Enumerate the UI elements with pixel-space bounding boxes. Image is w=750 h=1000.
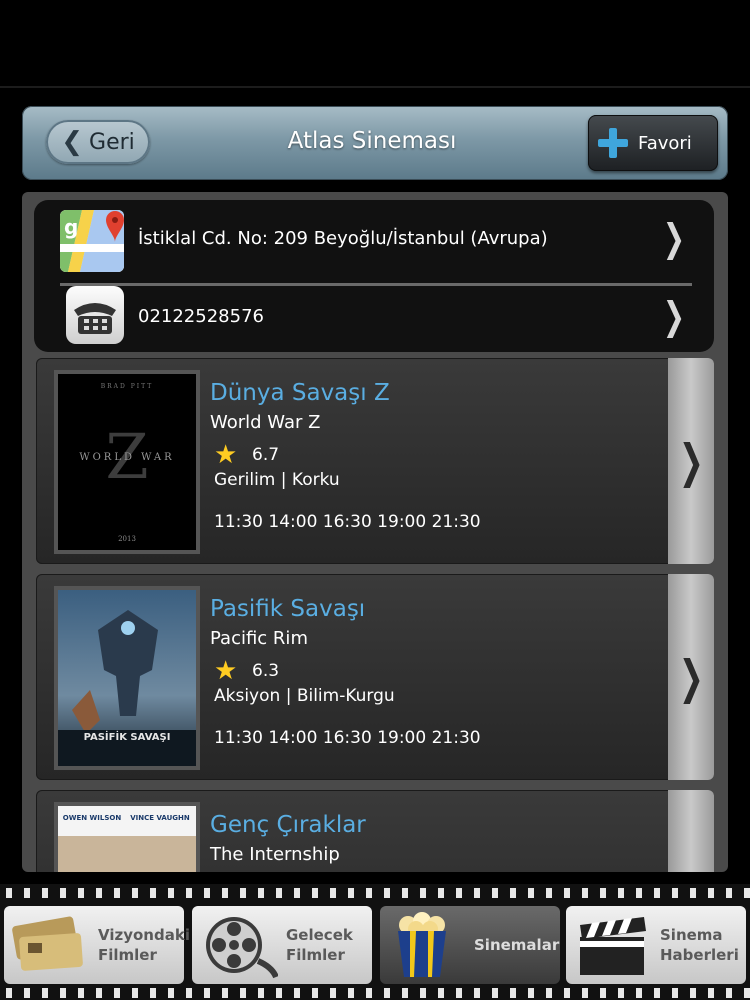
nav-header: ❮ Geri Atlas Sineması Favori bbox=[22, 106, 728, 180]
tab-cinemas[interactable]: Sinemalar bbox=[380, 906, 560, 984]
address-text: İstiklal Cd. No: 209 Beyoğlu/İstanbul (A… bbox=[138, 228, 548, 249]
status-bar-divider bbox=[0, 86, 750, 88]
movie-title: Dünya Savaşı Z bbox=[210, 380, 390, 406]
movie-original-title: Pacific Rim bbox=[210, 628, 308, 649]
poster-right-text: VINCE VAUGHN bbox=[130, 814, 190, 822]
address-row[interactable]: g İstiklal Cd. No: 209 Beyoğlu/İstanbul … bbox=[34, 200, 714, 276]
phone-row[interactable]: 02122528576 ❯ bbox=[34, 278, 714, 354]
cinema-content: g İstiklal Cd. No: 209 Beyoğlu/İstanbul … bbox=[22, 192, 728, 872]
chevron-left-icon: ❮ bbox=[61, 127, 84, 157]
movie-genre: Aksiyon | Bilim-Kurgu bbox=[214, 686, 395, 706]
tab-label-line1: Sinema bbox=[660, 926, 723, 944]
tab-coming-soon[interactable]: Gelecek Filmler bbox=[192, 906, 372, 984]
tab-label-line2: Filmler bbox=[286, 946, 345, 964]
movie-poster: PASİFİK SAVAŞI bbox=[54, 586, 200, 770]
bottom-tab-bar: Vizyondaki Filmler Gelecek Filmler Sinem… bbox=[0, 884, 750, 1000]
poster-year: 2013 bbox=[118, 535, 136, 543]
favorite-button[interactable]: Favori bbox=[588, 115, 718, 171]
movie-showtimes: 11:30 14:00 16:30 19:00 21:30 bbox=[214, 728, 481, 748]
phone-icon bbox=[66, 286, 124, 344]
back-button[interactable]: ❮ Geri bbox=[46, 120, 150, 164]
star-icon: ★ bbox=[214, 440, 238, 470]
movie-detail-button[interactable]: ❯ bbox=[668, 574, 714, 780]
clapperboard-icon bbox=[572, 911, 652, 979]
chevron-right-icon: ❯ bbox=[662, 294, 686, 338]
back-button-label: Geri bbox=[89, 129, 135, 155]
movie-poster: BRAD PITT Z WORLD WAR 2013 bbox=[54, 370, 200, 554]
favorite-button-label: Favori bbox=[638, 132, 692, 154]
poster-main-text: PASİFİK SAVAŞI bbox=[84, 729, 171, 743]
chevron-right-icon: ❯ bbox=[662, 216, 686, 260]
film-strip-bottom bbox=[0, 988, 750, 998]
plus-icon bbox=[598, 128, 628, 158]
tab-label-line2: Haberleri bbox=[660, 946, 739, 964]
cinema-info-box: g İstiklal Cd. No: 209 Beyoğlu/İstanbul … bbox=[34, 200, 714, 352]
movie-detail-button[interactable]: ❯ bbox=[668, 358, 714, 564]
tab-now-showing[interactable]: Vizyondaki Filmler bbox=[4, 906, 190, 984]
svg-text:g: g bbox=[64, 215, 78, 239]
poster-main-text: WORLD WAR bbox=[79, 452, 174, 463]
movie-detail-button[interactable]: ❯ bbox=[668, 790, 714, 872]
movie-rating: 6.7 bbox=[252, 445, 280, 465]
movie-card[interactable]: BRAD PITT Z WORLD WAR 2013 Dünya Savaşı … bbox=[36, 358, 714, 564]
poster-left-text: OWEN WILSON bbox=[63, 814, 122, 822]
movie-title: Pasifik Savaşı bbox=[210, 596, 366, 622]
tab-label-line1: Vizyondaki bbox=[98, 926, 190, 944]
movie-card[interactable]: PASİFİK SAVAŞI Pasifik Savaşı Pacific Ri… bbox=[36, 574, 714, 780]
movie-original-title: The Internship bbox=[210, 844, 340, 865]
movie-card[interactable]: OWEN WILSON VINCE VAUGHN Genç Çıraklar T… bbox=[36, 790, 714, 872]
movie-poster: OWEN WILSON VINCE VAUGHN bbox=[54, 802, 200, 872]
movie-genre: Gerilim | Korku bbox=[214, 470, 340, 490]
status-bar bbox=[0, 0, 750, 88]
movie-showtimes: 11:30 14:00 16:30 19:00 21:30 bbox=[214, 512, 481, 532]
film-reel-icon bbox=[198, 911, 279, 979]
page-title: Atlas Sineması bbox=[287, 128, 457, 154]
phone-text: 02122528576 bbox=[138, 306, 264, 327]
chevron-right-icon: ❯ bbox=[678, 434, 704, 488]
tab-cinema-news[interactable]: Sinema Haberleri bbox=[566, 906, 746, 984]
chevron-right-icon: ❯ bbox=[678, 650, 704, 704]
tab-label-line1: Gelecek bbox=[286, 926, 353, 944]
chevron-right-icon: ❯ bbox=[678, 866, 703, 872]
popcorn-icon bbox=[386, 911, 466, 979]
star-icon: ★ bbox=[214, 656, 238, 686]
film-strip-top bbox=[0, 888, 750, 898]
maps-icon: g bbox=[60, 210, 124, 272]
tab-label-line2: Filmler bbox=[98, 946, 157, 964]
movie-title: Genç Çıraklar bbox=[210, 812, 366, 838]
movie-rating: 6.3 bbox=[252, 661, 280, 681]
poster-top-text: BRAD PITT bbox=[101, 383, 154, 390]
movie-original-title: World War Z bbox=[210, 412, 321, 433]
ticket-icon bbox=[10, 911, 90, 979]
tab-label-line1: Sinemalar bbox=[474, 936, 560, 954]
